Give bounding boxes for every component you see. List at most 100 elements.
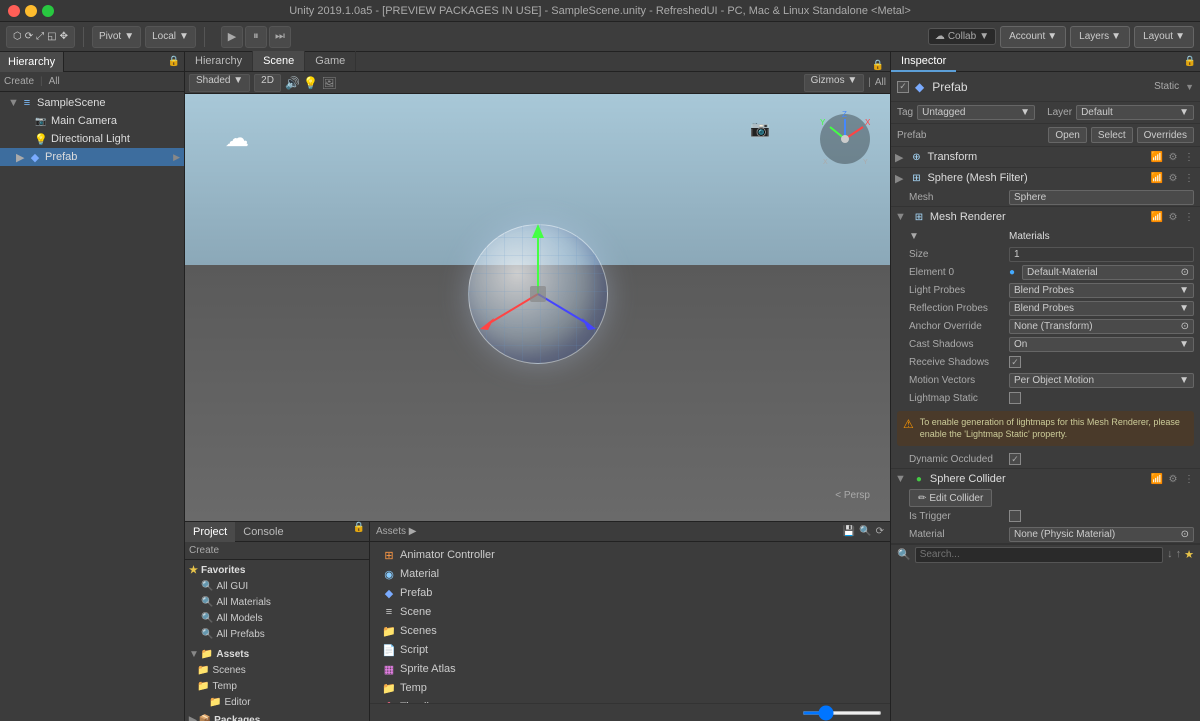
minimize-button[interactable]	[25, 5, 37, 17]
sc-wifi-icon[interactable]: 📶	[1150, 472, 1164, 486]
console-tab[interactable]: Console	[235, 522, 291, 542]
mesh-value-dropdown[interactable]: Sphere	[1009, 190, 1194, 205]
mr-overflow-icon[interactable]: ⋮	[1182, 210, 1196, 224]
element0-value: ● Default-Material ⊙	[1009, 265, 1194, 280]
fav-all-gui[interactable]: 🔍 All GUI	[185, 578, 369, 594]
assets-temp-item[interactable]: 📁 Temp	[185, 678, 369, 694]
transform-settings-icon[interactable]: ⚙	[1166, 150, 1180, 164]
prefab-expand[interactable]: ▶	[173, 152, 184, 163]
hierarchy-view-tab[interactable]: Hierarchy	[185, 51, 253, 71]
hier-item-scene[interactable]: ▼ ≡ SampleScene	[0, 94, 184, 112]
step-button[interactable]: ⏭	[269, 26, 291, 48]
hierarchy-tab[interactable]: Hierarchy	[0, 52, 64, 72]
transform-overflow-icon[interactable]: ⋮	[1182, 150, 1196, 164]
project-panel-lock[interactable]: 🔒	[353, 522, 369, 541]
sc-settings-icon[interactable]: ⚙	[1166, 472, 1180, 486]
inspector-lock-icon[interactable]: 🔒	[1184, 56, 1196, 67]
asset-sprite-atlas[interactable]: ▦ Sprite Atlas	[378, 660, 882, 678]
fav-all-materials[interactable]: 🔍 All Materials	[185, 594, 369, 610]
assets-refresh-icon[interactable]: ⟳	[876, 526, 884, 537]
hierarchy-lock[interactable]: 🔒	[168, 56, 184, 67]
2d-button[interactable]: 2D	[254, 74, 281, 92]
assets-tree-section[interactable]: ▼ 📁 Assets	[185, 646, 369, 662]
asset-prefab[interactable]: ◆ Prefab	[378, 584, 882, 602]
play-button[interactable]: ▶	[221, 26, 243, 48]
asset-temp-folder[interactable]: 📁 Temp	[378, 679, 882, 697]
assets-save-icon[interactable]: 💾	[843, 526, 855, 537]
local-button[interactable]: Local ▼	[145, 26, 196, 48]
edit-collider-button[interactable]: ✏ Edit Collider	[909, 489, 992, 507]
pause-button[interactable]: ⏸	[245, 26, 267, 48]
asset-animator-controller[interactable]: ⊞ Animator Controller	[378, 546, 882, 564]
asset-script[interactable]: 📄 Script	[378, 641, 882, 659]
layers-button[interactable]: Layers ▼	[1070, 26, 1130, 48]
mf-overflow-icon[interactable]: ⋮	[1182, 171, 1196, 185]
scene-view-canvas[interactable]: ☁ 📷	[185, 94, 890, 521]
maximize-button[interactable]	[42, 5, 54, 17]
inspector-search-input[interactable]	[915, 547, 1163, 563]
hier-item-prefab[interactable]: ▶ ◆ Prefab ▶	[0, 148, 184, 166]
receive-shadows-checkbox[interactable]	[1009, 356, 1021, 368]
inspector-tab[interactable]: Inspector	[891, 52, 956, 72]
search-action-3[interactable]: ★	[1184, 548, 1194, 561]
asset-material[interactable]: ◉ Material	[378, 565, 882, 583]
mf-settings-icon[interactable]: ⚙	[1166, 171, 1180, 185]
is-trigger-checkbox[interactable]	[1009, 510, 1021, 522]
search-action-1[interactable]: ↓	[1167, 548, 1173, 561]
anchor-override-dropdown[interactable]: None (Transform) ⊙	[1009, 319, 1194, 334]
account-button[interactable]: Account ▼	[1000, 26, 1066, 48]
reflection-probes-dropdown[interactable]: Blend Probes ▼	[1009, 301, 1194, 316]
motion-vectors-dropdown[interactable]: Per Object Motion ▼	[1009, 373, 1194, 388]
fav-all-prefabs[interactable]: 🔍 All Prefabs	[185, 626, 369, 642]
mr-wifi-icon[interactable]: 📶	[1150, 210, 1164, 224]
gizmos-button[interactable]: Gizmos ▼	[804, 74, 865, 92]
project-tab[interactable]: Project	[185, 522, 235, 542]
transform-header[interactable]: ▶ ⊕ Transform 📶 ⚙ ⋮	[891, 147, 1200, 167]
layout-button[interactable]: Layout ▼	[1134, 26, 1194, 48]
sphere-collider-header[interactable]: ▼ ● Sphere Collider 📶 ⚙ ⋮	[891, 469, 1200, 489]
game-view-tab[interactable]: Game	[305, 51, 356, 71]
favorites-section[interactable]: ★ Favorites	[185, 562, 369, 578]
mesh-filter-header[interactable]: ▶ ⊞ Sphere (Mesh Filter) 📶 ⚙ ⋮	[891, 168, 1200, 188]
size-input[interactable]: 1	[1009, 247, 1194, 262]
shaded-button[interactable]: Shaded ▼	[189, 74, 250, 92]
prefab-enabled-checkbox[interactable]	[897, 81, 909, 93]
assets-search-icon[interactable]: 🔍	[859, 526, 871, 537]
pivot-button[interactable]: Pivot ▼	[92, 26, 141, 48]
light-probes-dropdown[interactable]: Blend Probes ▼	[1009, 283, 1194, 298]
static-dropdown[interactable]: ▼	[1185, 82, 1194, 92]
mr-settings-icon[interactable]: ⚙	[1166, 210, 1180, 224]
tag-dropdown[interactable]: Untagged ▼	[917, 105, 1035, 120]
fav-all-models[interactable]: 🔍 All Models	[185, 610, 369, 626]
project-create-label[interactable]: Create	[189, 545, 219, 556]
mf-wifi-icon[interactable]: 📶	[1150, 171, 1164, 185]
lightmap-static-checkbox[interactable]	[1009, 392, 1021, 404]
scene-lock-icon[interactable]: 🔒	[866, 60, 890, 71]
select-prefab-button[interactable]: Select	[1091, 127, 1133, 143]
element0-dropdown[interactable]: Default-Material ⊙	[1022, 265, 1194, 280]
scene-sphere-object[interactable]	[468, 224, 608, 364]
sc-overflow-icon[interactable]: ⋮	[1182, 472, 1196, 486]
assets-editor-item[interactable]: 📁 Editor	[185, 694, 369, 710]
close-button[interactable]	[8, 5, 20, 17]
asset-scenes-folder[interactable]: 📁 Scenes	[378, 622, 882, 640]
all-label[interactable]: All	[49, 76, 60, 87]
create-label[interactable]: Create	[4, 76, 34, 87]
open-prefab-button[interactable]: Open	[1048, 127, 1086, 143]
asset-scene[interactable]: ≡ Scene	[378, 603, 882, 621]
overrides-button[interactable]: Overrides	[1137, 127, 1194, 143]
packages-section[interactable]: ▶ 📦 Packages	[185, 712, 369, 721]
mesh-renderer-header[interactable]: ▼ ⊞ Mesh Renderer 📶 ⚙ ⋮	[891, 207, 1200, 227]
zoom-slider[interactable]	[802, 711, 882, 715]
transform-wifi-icon[interactable]: 📶	[1150, 150, 1164, 164]
assets-scenes-item[interactable]: 📁 Scenes	[185, 662, 369, 678]
hier-item-camera[interactable]: 📷 Main Camera	[0, 112, 184, 130]
dynamic-occluded-checkbox[interactable]	[1009, 453, 1021, 465]
sc-material-dropdown[interactable]: None (Physic Material) ⊙	[1009, 527, 1194, 542]
search-action-2[interactable]: ↑	[1176, 548, 1182, 561]
layer-dropdown[interactable]: Default ▼	[1076, 105, 1194, 120]
toolbar-transform-tools[interactable]: ⬡⟳⤢◱✥	[6, 26, 75, 48]
scene-view-tab[interactable]: Scene	[253, 51, 305, 71]
cast-shadows-dropdown[interactable]: On ▼	[1009, 337, 1194, 352]
hier-item-light[interactable]: 💡 Directional Light	[0, 130, 184, 148]
